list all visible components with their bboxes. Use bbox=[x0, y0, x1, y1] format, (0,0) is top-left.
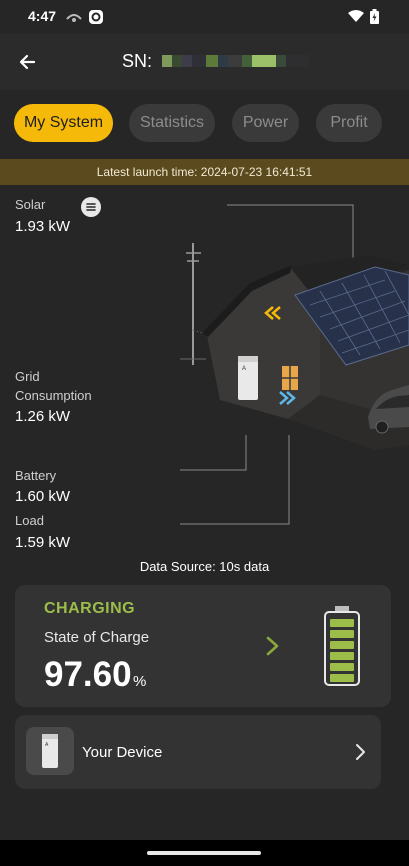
latest-launch-banner: Latest launch time: 2024-07-23 16:41:51 bbox=[0, 159, 409, 185]
tab-power[interactable]: Power bbox=[232, 104, 299, 142]
wifi-icon bbox=[348, 9, 364, 28]
data-source-label: Data Source: 10s data bbox=[139, 559, 270, 574]
system-navigation-bar bbox=[0, 840, 409, 866]
solar-value: 1.93 kW bbox=[15, 218, 71, 235]
battery-gauge-bar bbox=[330, 652, 354, 660]
battery-label: Battery bbox=[15, 468, 57, 483]
back-button[interactable] bbox=[14, 48, 42, 76]
device-icon: A bbox=[26, 727, 74, 775]
svg-text:A: A bbox=[242, 366, 246, 372]
battery-gauge-bar bbox=[330, 641, 354, 649]
battery-status-icon bbox=[370, 9, 379, 29]
solar-label: Solar bbox=[15, 197, 46, 212]
state-of-charge-value: 97.60 bbox=[44, 655, 132, 694]
grid-label-line2: Consumption bbox=[15, 388, 92, 403]
menu-icon bbox=[86, 203, 96, 211]
load-value: 1.59 kW bbox=[15, 534, 71, 551]
state-of-charge-card[interactable]: CHARGING State of Charge 97.60 % bbox=[15, 585, 391, 707]
your-device-card[interactable]: A Your Device bbox=[15, 715, 381, 789]
battery-value: 1.60 kW bbox=[15, 488, 71, 505]
serial-number-label: SN: bbox=[122, 51, 153, 71]
tab-my-system[interactable]: My System bbox=[14, 104, 113, 142]
battery-gauge-bar bbox=[330, 619, 354, 627]
app-notification-icon bbox=[88, 9, 104, 30]
load-label: Load bbox=[15, 513, 44, 528]
battery-gauge-bar bbox=[330, 674, 354, 682]
tab-statistics[interactable]: Statistics bbox=[129, 104, 215, 142]
battery-gauge-icon bbox=[324, 606, 360, 686]
battery-gauge-bar bbox=[330, 663, 354, 671]
state-of-charge-label: State of Charge bbox=[44, 629, 150, 646]
home-battery-unit: A bbox=[238, 356, 258, 400]
cast-icon bbox=[66, 9, 82, 28]
status-time: 4:47 bbox=[28, 8, 57, 24]
status-bar: 4:47 bbox=[0, 0, 409, 34]
menu-button[interactable] bbox=[81, 197, 101, 217]
grid-value: 1.26 kW bbox=[15, 408, 71, 425]
state-of-charge-unit: % bbox=[133, 673, 147, 690]
charging-status: CHARGING bbox=[44, 600, 136, 617]
chevron-right-icon[interactable] bbox=[355, 743, 367, 761]
your-device-label: Your Device bbox=[82, 744, 163, 761]
app-bar: SN: bbox=[0, 34, 409, 90]
house-energy-illustration: A bbox=[180, 204, 409, 525]
grid-label-line1: Grid bbox=[15, 369, 40, 384]
battery-gauge-bar bbox=[330, 630, 354, 638]
chevron-right-icon[interactable] bbox=[265, 635, 281, 657]
house-window bbox=[282, 366, 298, 390]
tab-profit[interactable]: Profit bbox=[316, 104, 382, 142]
home-gesture-handle[interactable] bbox=[147, 851, 261, 855]
tab-bar: My System Statistics Power Profit bbox=[0, 104, 409, 144]
app-screen: 4:47 SN: My System Statistics Power Prof… bbox=[0, 0, 409, 866]
serial-number-redacted bbox=[162, 55, 310, 67]
back-arrow-icon bbox=[19, 54, 36, 70]
